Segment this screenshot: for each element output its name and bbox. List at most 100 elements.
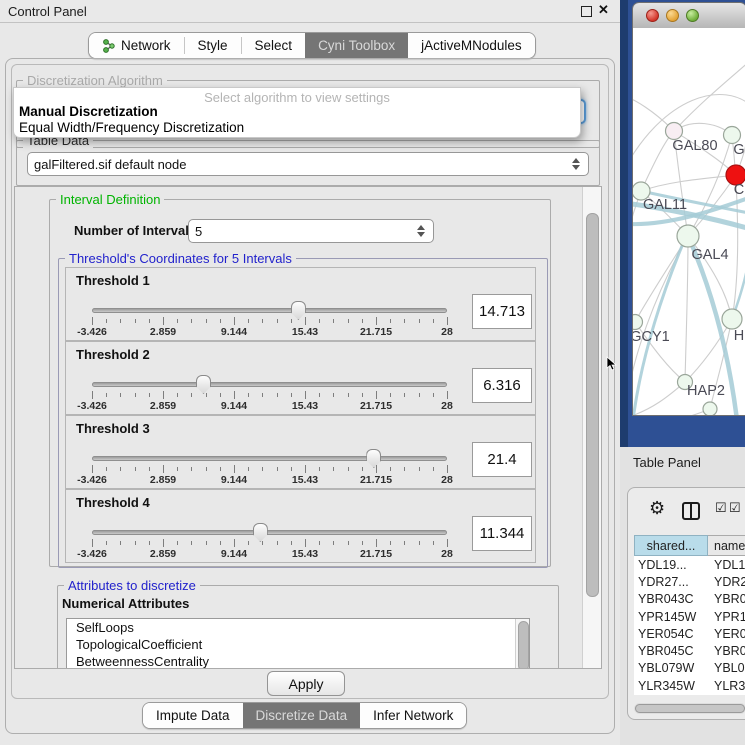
popup-option-equal-width-frequency[interactable]: Equal Width/Frequency Discretization [19,120,244,135]
attribute-list-item[interactable]: TopologicalCoefficient [67,636,529,653]
close-icon[interactable]: ✕ [598,2,609,18]
threshold-2-panel: Threshold 2 -3.4262.8599.14415.4321.7152… [65,341,536,415]
threshold-2-value-field[interactable]: 6.316 [472,368,532,403]
right-region: GAL80GCGAL11GAL4GCY1HHAP2 Table Panel ⚙ … [620,0,745,745]
table-row[interactable]: YIL052CYIL0 [634,694,745,695]
table-row[interactable]: YBR043CYBR0 [634,591,745,608]
table-cell-shared-name[interactable]: YBR043C [634,592,708,606]
network-node-G[interactable] [724,127,741,144]
network-node-label: G [733,142,744,158]
threshold-3-slider-track[interactable] [92,456,447,461]
table-row[interactable]: YPR145WYPR1 [634,608,745,625]
table-row[interactable]: YBL079WYBL0 [634,660,745,677]
network-node-H[interactable] [722,309,742,329]
tab-impute-data[interactable]: Impute Data [143,703,243,728]
table-row[interactable]: YDL19...YDL1 [634,556,745,573]
network-node-GCY1[interactable] [633,315,643,330]
threshold-1-slider-track[interactable] [92,308,447,313]
network-edge[interactable] [685,236,688,382]
network-node-GAL80[interactable] [666,123,683,140]
table-row[interactable]: YDR27...YDR2 [634,573,745,590]
threshold-2-slider-track[interactable] [92,382,447,387]
close-traffic-light-icon[interactable] [646,9,659,22]
threshold-4-panel: Threshold 4 -3.4262.8599.14415.4321.7152… [65,489,536,563]
tab-jactivemnodules[interactable]: jActiveMNodules [408,33,535,58]
table-cell-name[interactable]: YDR2 [708,575,745,589]
num-intervals-combobox[interactable]: 5 [188,219,434,243]
table-row[interactable]: YLR345WYLR3 [634,677,745,694]
float-window-icon[interactable] [581,6,592,17]
tab-cyni-toolbox[interactable]: Cyni Toolbox [305,33,408,58]
attr-items: SelfLoopsTopologicalCoefficientBetweenne… [67,619,529,669]
tab-jactivemnodules-label: jActiveMNodules [421,38,522,53]
network-edge[interactable] [633,382,685,415]
table-cell-name[interactable]: YDL1 [708,558,745,572]
table-cell-shared-name[interactable]: YDR27... [634,575,708,589]
table-data-combobox[interactable]: galFiltered.sif default node [27,152,589,176]
table-cell-name[interactable]: YLR3 [708,679,745,693]
table-cell-shared-name[interactable]: YBR045C [634,644,708,658]
threshold-3-value-field[interactable]: 21.4 [472,442,532,477]
node-table: shared... name YDL19...YDL1YDR27...YDR2Y… [634,535,745,695]
gear-icon[interactable]: ⚙ [649,500,665,516]
table-row[interactable]: YER054CYER0 [634,625,745,642]
column-header-name[interactable]: name [708,535,745,556]
network-node-label: H [734,328,744,344]
popup-option-manual-discretization[interactable]: Manual Discretization [19,104,158,119]
table-hscrollbar-thumb[interactable] [635,704,745,713]
tick-label: 15.43 [292,400,318,412]
network-edge[interactable] [633,409,710,415]
tab-style[interactable]: Style [185,33,241,58]
desktop-background-edge [620,0,628,447]
network-icon [102,39,116,53]
table-cell-name[interactable]: YBR0 [708,592,745,606]
table-cell-name[interactable]: YBL0 [708,661,745,675]
tab-network[interactable]: Network [89,33,184,58]
column-header-shared-name[interactable]: shared... [634,535,708,556]
settings-scrollbar[interactable] [582,187,602,668]
network-edge[interactable] [641,175,736,191]
tick-label: 28 [441,548,453,560]
combo-arrows-icon [572,158,582,170]
threshold-4-ticks [92,539,447,548]
attributes-scrollbar-thumb[interactable] [518,621,529,669]
table-cell-shared-name[interactable]: YLR345W [634,679,708,693]
table-cell-name[interactable]: YER0 [708,627,745,641]
network-canvas[interactable]: GAL80GCGAL11GAL4GCY1HHAP2 [633,28,745,415]
checkbox-icon[interactable]: ☑ [715,500,727,516]
apply-button[interactable]: Apply [267,671,345,696]
cyni-bottom-tabbar: Impute Data Discretize Data Infer Networ… [142,702,467,729]
attribute-list-item[interactable]: BetweennessCentrality [67,653,529,669]
table-horizontal-scrollbar[interactable] [634,703,745,714]
table-cell-shared-name[interactable]: YER054C [634,627,708,641]
checkbox-icon[interactable]: ☑ [729,500,741,516]
tab-discretize-data[interactable]: Discretize Data [243,703,361,728]
network-node-unlabeled[interactable] [703,402,717,415]
minimize-traffic-light-icon[interactable] [666,9,679,22]
threshold-4-slider-track[interactable] [92,530,447,535]
network-node-GAL4[interactable] [677,225,699,247]
tick-label: 21.715 [360,548,392,560]
popup-hint: Select algorithm to view settings [14,90,580,105]
settings-scrollbar-thumb[interactable] [586,213,599,597]
zoom-traffic-light-icon[interactable] [686,9,699,22]
network-edge[interactable] [641,131,674,191]
tick-label: 9.144 [221,326,247,338]
table-cell-name[interactable]: YBR0 [708,644,745,658]
attributes-list-scrollbar[interactable] [515,619,529,669]
tab-infer-network[interactable]: Infer Network [360,703,466,728]
numerical-attributes-list[interactable]: SelfLoopsTopologicalCoefficientBetweenne… [66,618,530,669]
table-cell-shared-name[interactable]: YBL079W [634,661,708,675]
tick-label: 9.144 [221,474,247,486]
table-row[interactable]: YBR045CYBR0 [634,642,745,659]
network-window-titlebar[interactable] [633,3,745,29]
threshold-1-value-field[interactable]: 14.713 [472,294,532,329]
threshold-4-tick-labels: -3.4262.8599.14415.4321.71528 [92,548,447,560]
table-cell-shared-name[interactable]: YDL19... [634,558,708,572]
table-cell-shared-name[interactable]: YPR145W [634,610,708,624]
attribute-list-item[interactable]: SelfLoops [67,619,529,636]
column-layout-icon[interactable] [682,502,700,520]
table-cell-name[interactable]: YPR1 [708,610,745,624]
threshold-4-value-field[interactable]: 11.344 [472,516,532,551]
tab-select[interactable]: Select [242,33,306,58]
